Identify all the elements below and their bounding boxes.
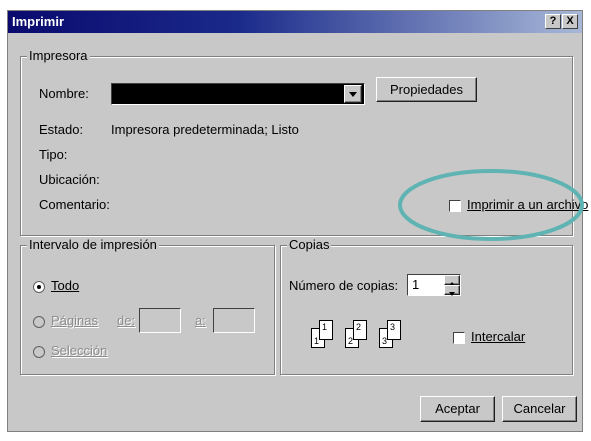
copies-count-value: 1 [412, 277, 420, 292]
from-label: de: [117, 313, 136, 328]
to-page-input[interactable] [213, 308, 255, 333]
radio-all-label[interactable]: Todo [51, 278, 79, 293]
title-bar: Imprimir ? X [8, 11, 582, 33]
spin-down-button[interactable] [444, 285, 460, 296]
dialog-title: Imprimir [12, 14, 65, 29]
radio-selected-dot [37, 285, 41, 289]
type-label: Tipo: [39, 147, 68, 162]
copies-count-spinner[interactable]: 1 [407, 274, 461, 296]
printer-name-label: Nombre: [39, 86, 89, 101]
copies-count-label: Número de copias: [289, 278, 399, 293]
radio-pages-label[interactable]: Páginas [51, 313, 98, 328]
printer-group-label: Impresora [27, 48, 90, 63]
properties-button[interactable]: Propiedades [376, 77, 477, 102]
arrow-down-icon [449, 292, 455, 296]
help-button[interactable]: ? [545, 14, 561, 29]
printer-name-select[interactable] [111, 83, 365, 105]
radio-pages[interactable] [33, 316, 45, 328]
copies-group-label: Copias [287, 237, 332, 252]
page-icon: 1 [319, 320, 333, 340]
radio-all[interactable] [33, 281, 45, 293]
location-label: Ubicación: [39, 172, 100, 187]
status-label: Estado: [39, 122, 84, 137]
close-button[interactable]: X [562, 14, 578, 29]
page-icon: 2 [353, 320, 367, 340]
chevron-down-icon [349, 92, 357, 97]
page-icon: 3 [387, 320, 401, 340]
copies-group: Copias Número de copias: 1 1 1 2 2 3 3 I… [280, 237, 573, 375]
status-value: Impresora predeterminada; Listo [111, 122, 299, 137]
cancel-button[interactable]: Cancelar [502, 396, 577, 422]
comment-label: Comentario: [39, 197, 110, 212]
radio-selection[interactable] [33, 346, 45, 358]
collate-checkbox[interactable] [453, 332, 465, 344]
printer-dropdown-button[interactable] [344, 85, 362, 103]
from-page-input[interactable] [139, 308, 181, 333]
spin-up-button[interactable] [444, 275, 460, 286]
highlight-ring [398, 169, 584, 241]
print-range-group-label: Intervalo de impresión [27, 237, 159, 252]
print-range-group: Intervalo de impresión Todo Páginas de: … [20, 237, 275, 375]
ok-button[interactable]: Aceptar [420, 396, 495, 422]
to-label: a: [195, 313, 206, 328]
radio-selection-label[interactable]: Selección [51, 343, 107, 358]
collate-label[interactable]: Intercalar [471, 329, 525, 344]
